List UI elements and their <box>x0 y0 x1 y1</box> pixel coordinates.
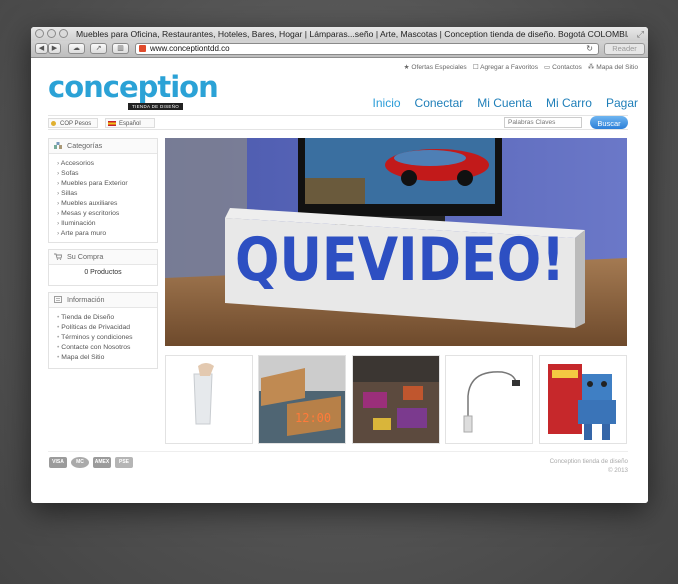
categories-icon <box>54 142 62 149</box>
mastercard-icon: MC <box>71 457 89 468</box>
share-button[interactable]: ↗ <box>90 43 107 54</box>
language-selector[interactable]: Español <box>105 118 155 128</box>
zoom-window-icon[interactable] <box>59 29 68 38</box>
reload-icon[interactable]: ↻ <box>586 44 593 54</box>
glass-stack-image <box>166 356 252 443</box>
product-thumb-glass-stack[interactable] <box>165 355 253 444</box>
window-title: Muebles para Oficina, Restaurantes, Hote… <box>76 29 628 39</box>
nav-inicio[interactable]: Inicio <box>373 96 401 110</box>
hero-word: QUEVIDEO! <box>235 225 565 295</box>
window-controls <box>35 29 68 38</box>
information-list: Tienda de Diseño Políticas de Privacidad… <box>49 308 157 366</box>
arc-lamp-image <box>446 356 532 443</box>
reader-button[interactable]: Reader <box>604 43 645 55</box>
category-item[interactable]: Muebles auxiliares <box>57 199 157 209</box>
special-offers-link[interactable]: ★ Ofertas Especiales <box>404 63 467 71</box>
category-item[interactable]: Sofas <box>57 169 157 179</box>
info-link[interactable]: Contacte con Nosotros <box>57 343 157 353</box>
icloud-button[interactable]: ☁ <box>68 43 85 54</box>
pse-icon: PSE <box>115 457 133 468</box>
cart-icon <box>54 253 62 260</box>
category-item[interactable]: Arte para muro <box>57 229 157 239</box>
information-header: Información <box>49 293 157 308</box>
nav-pagar[interactable]: Pagar <box>606 96 638 110</box>
category-item[interactable]: Mesas y escritorios <box>57 209 157 219</box>
browser-window: Muebles para Oficina, Restaurantes, Hote… <box>31 27 648 503</box>
product-thumb-arc-lamp[interactable] <box>445 355 533 444</box>
title-bar: Muebles para Oficina, Restaurantes, Hote… <box>31 27 648 41</box>
cart-header: Su Compra <box>49 250 157 265</box>
product-thumb-living-room[interactable] <box>352 355 440 444</box>
fullscreen-icon[interactable]: ⤢ <box>637 27 644 41</box>
cart-summary[interactable]: 0 Productos <box>49 265 157 280</box>
url-text: www.conceptiontdd.co <box>150 44 230 53</box>
reading-list-button[interactable]: ▥ <box>112 43 129 54</box>
product-thumb-wood-clock[interactable]: 12:00 <box>258 355 346 444</box>
coin-icon <box>51 121 56 126</box>
currency-label: COP Pesos <box>60 121 92 127</box>
payment-methods: VISA MC AMEX PSE <box>49 457 133 468</box>
categories-title: Categorías <box>67 141 103 150</box>
language-label: Español <box>119 121 141 127</box>
categories-box: Categorías Accesorios Sofas Muebles para… <box>48 138 158 243</box>
footer-year: © 2013 <box>607 467 628 474</box>
spain-flag-icon <box>108 121 116 126</box>
product-thumbnails: 12:00 <box>165 355 627 444</box>
info-link[interactable]: Mapa del Sitio <box>57 353 157 363</box>
information-box: Información Tienda de Diseño Políticas d… <box>48 292 158 369</box>
wood-clock-image: 12:00 <box>259 356 345 443</box>
category-item[interactable]: Muebles para Exterior <box>57 179 157 189</box>
close-window-icon[interactable] <box>35 29 44 38</box>
back-button[interactable]: ◀ <box>35 43 48 54</box>
minimize-window-icon[interactable] <box>47 29 56 38</box>
top-links: ★ Ofertas Especiales ☐ Agregar a Favorit… <box>404 63 638 71</box>
information-title: Información <box>67 295 105 304</box>
visa-card-icon: VISA <box>49 457 67 468</box>
logo-tagline: TIENDA DE DISEÑO <box>128 103 184 110</box>
cart-title: Su Compra <box>67 252 104 261</box>
hero-image: QUEVIDEO! <box>165 138 627 346</box>
site-logo[interactable]: conception TIENDA DE DISEÑO <box>48 70 219 111</box>
categories-header: Categorías <box>49 139 157 154</box>
search-button[interactable]: Buscar <box>590 116 628 129</box>
nav-mi-cuenta[interactable]: Mi Cuenta <box>477 96 532 110</box>
amex-card-icon: AMEX <box>93 457 111 468</box>
categories-list: Accesorios Sofas Muebles para Exterior S… <box>49 154 157 242</box>
category-item[interactable]: Accesorios <box>57 159 157 169</box>
footer-divider <box>48 451 628 452</box>
clock-display: 12:00 <box>295 411 331 425</box>
footer-copyright: Conception tienda de diseño © 2013 <box>550 457 628 475</box>
nav-mi-carro[interactable]: Mi Carro <box>546 96 592 110</box>
info-link[interactable]: Tienda de Diseño <box>57 313 157 323</box>
currency-selector[interactable]: COP Pesos <box>48 118 98 128</box>
address-bar[interactable]: www.conceptiontdd.co ↻ <box>135 43 599 55</box>
options-strip: COP Pesos Español Buscar <box>48 115 628 130</box>
search-input[interactable] <box>504 117 582 128</box>
sitemap-link[interactable]: ⁂ Mapa del Sitio <box>588 63 638 71</box>
favicon-icon <box>139 45 146 52</box>
browser-toolbar: ◀ ▶ ☁ ↗ ▥ www.conceptiontdd.co ↻ Reader <box>31 41 648 58</box>
hero-banner[interactable]: QUEVIDEO! <box>165 138 627 346</box>
info-link[interactable]: Políticas de Privacidad <box>57 323 157 333</box>
logo-wordmark: conception <box>48 70 219 104</box>
info-link[interactable]: Términos y condiciones <box>57 333 157 343</box>
robot-toy-image <box>540 356 626 443</box>
living-room-image <box>353 356 439 443</box>
category-item[interactable]: Iluminación <box>57 219 157 229</box>
cart-box: Su Compra 0 Productos <box>48 249 158 286</box>
web-page: conception TIENDA DE DISEÑO ★ Ofertas Es… <box>31 58 648 503</box>
footer-company: Conception tienda de diseño <box>549 458 628 465</box>
main-nav: Inicio Conectar Mi Cuenta Mi Carro Pagar <box>373 96 638 110</box>
category-item[interactable]: Sillas <box>57 189 157 199</box>
nav-conectar[interactable]: Conectar <box>415 96 464 110</box>
product-thumb-robot[interactable] <box>539 355 627 444</box>
information-icon <box>54 296 62 303</box>
forward-button[interactable]: ▶ <box>48 43 61 54</box>
contacts-link[interactable]: ▭ Contactos <box>544 63 582 71</box>
add-favorites-link[interactable]: ☐ Agregar a Favoritos <box>473 63 538 71</box>
